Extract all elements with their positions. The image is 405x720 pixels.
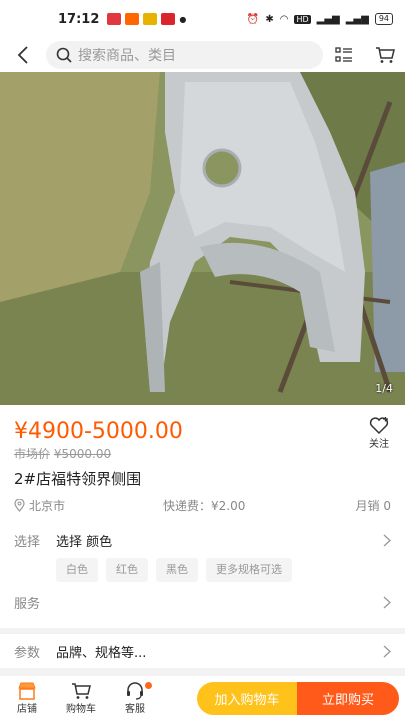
battery-icon: 94 <box>374 13 393 25</box>
bottom-action-bar: 店铺 购物车 客服 加入购物车 立即购买 <box>0 676 405 720</box>
service-label: 服务 <box>14 596 41 612</box>
select-label: 选择 <box>14 534 41 550</box>
category-button[interactable] <box>323 38 364 72</box>
nav-bar: 搜索商品、类目 <box>0 38 405 72</box>
spec-chip-white[interactable]: 白色 <box>56 558 98 582</box>
market-price-value: ¥5000.00 <box>53 447 112 461</box>
follow-button[interactable]: 关注 <box>365 417 393 450</box>
location-text: 北京市 <box>29 499 66 513</box>
params-value: 品牌、规格等... <box>56 645 147 661</box>
params-card: 参数 品牌、规格等... <box>0 634 405 668</box>
alarm-icon: ⏰ <box>246 13 260 25</box>
chevron-right-icon <box>383 596 391 608</box>
market-price-label: 市场价 <box>14 447 51 461</box>
params-row[interactable]: 参数 品牌、规格等... <box>0 640 405 662</box>
product-image-gallery[interactable]: 1/4 <box>0 72 405 405</box>
follow-label: 关注 <box>369 439 389 450</box>
product-title: 2#店福特领界侧围 <box>14 470 142 488</box>
list-icon <box>334 47 352 62</box>
chevron-right-icon <box>383 645 391 657</box>
add-to-cart-button[interactable]: 加入购物车 <box>197 681 297 715</box>
location: 北京市 <box>14 497 65 514</box>
service-row[interactable]: 服务 <box>0 591 405 613</box>
signal-icon: ▂▄▆ <box>345 13 369 25</box>
news-app-icon <box>107 13 122 25</box>
status-time: 17:12 <box>58 11 100 27</box>
cart-button[interactable] <box>364 38 405 72</box>
shop-tab-label: 店铺 <box>17 703 37 715</box>
spec-chip-red[interactable]: 红色 <box>106 558 148 582</box>
product-info-card: ¥4900-5000.00 关注 市场价 ¥5000.00 2#店福特领界侧围 … <box>0 405 405 628</box>
product-price: ¥4900-5000.00 <box>14 419 183 444</box>
buy-now-button[interactable]: 立即购买 <box>297 681 399 715</box>
customer-service-label: 客服 <box>125 703 145 715</box>
app-icon <box>161 13 176 25</box>
search-icon <box>56 47 72 63</box>
chevron-right-icon <box>383 534 391 546</box>
shipping-fee: 快递费：¥2.00 <box>163 499 246 513</box>
product-photo <box>0 72 405 405</box>
product-meta: 北京市 快递费：¥2.00 月销 0 <box>14 497 391 514</box>
network-badge: HD <box>294 14 311 24</box>
wifi-icon: ◠ <box>279 13 289 25</box>
customer-service-tab[interactable]: 客服 <box>108 681 162 715</box>
back-arrow-icon <box>17 46 28 64</box>
shop-icon <box>18 682 36 700</box>
purchase-actions: 加入购物车 立即购买 <box>197 681 399 715</box>
heart-plus-icon <box>369 417 389 435</box>
dot-icon: ● <box>179 14 187 24</box>
weibo-icon <box>143 13 158 25</box>
cart-tab[interactable]: 购物车 <box>54 682 108 715</box>
location-pin-icon <box>14 499 25 512</box>
app-icon <box>125 13 140 25</box>
system-icons: ⏰ ✱ ◠ HD ▂▄▆ ▂▄▆ 94 <box>247 13 393 25</box>
search-placeholder: 搜索商品、类目 <box>78 48 176 64</box>
bluetooth-icon: ✱ <box>265 13 274 25</box>
cart-tab-label: 购物车 <box>66 703 96 715</box>
cart-icon <box>375 47 395 63</box>
status-bar: 17:12 ● ⏰ ✱ ◠ HD ▂▄▆ ▂▄▆ 94 <box>0 0 405 38</box>
spec-chips: 白色 红色 黑色 更多规格可选 <box>56 558 292 582</box>
search-input[interactable]: 搜索商品、类目 <box>46 41 323 69</box>
market-price: 市场价 ¥5000.00 <box>14 445 111 462</box>
signal-icon: ▂▄▆ <box>316 13 340 25</box>
shop-tab[interactable]: 店铺 <box>0 682 54 715</box>
select-spec-row[interactable]: 选择 选择 颜色 <box>0 529 405 551</box>
spec-chip-more[interactable]: 更多规格可选 <box>206 558 292 582</box>
cart-icon <box>72 682 91 699</box>
monthly-sales: 月销 0 <box>355 499 391 513</box>
select-value: 选择 颜色 <box>56 534 113 550</box>
params-label: 参数 <box>14 645 41 661</box>
headset-icon <box>127 681 143 700</box>
back-button[interactable] <box>0 38 46 72</box>
spec-chip-black[interactable]: 黑色 <box>156 558 198 582</box>
image-page-indicator: 1/4 <box>375 382 393 395</box>
notification-icons: ● <box>107 13 186 25</box>
notification-dot <box>145 681 152 689</box>
